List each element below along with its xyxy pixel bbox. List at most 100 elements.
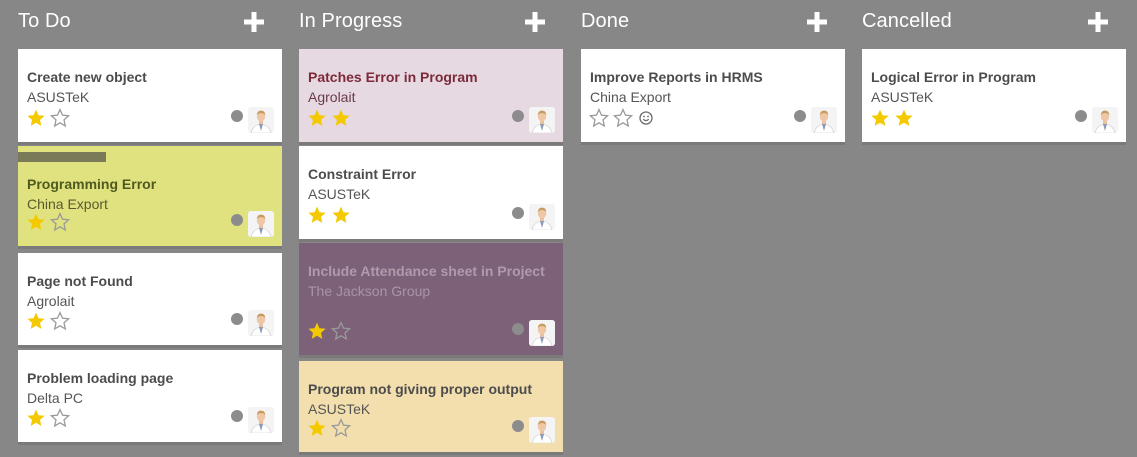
avatar-portrait-icon (1092, 107, 1118, 133)
card-customer: ASUSTeK (308, 401, 371, 417)
star-empty-icon[interactable] (331, 418, 351, 438)
user-avatar[interactable] (811, 107, 837, 133)
plus-icon[interactable] (525, 12, 545, 32)
user-avatar[interactable] (248, 211, 274, 237)
star-empty-icon[interactable] (50, 212, 70, 232)
kanban-card[interactable]: Page not Found Agrolait (18, 253, 282, 348)
priority-stars (307, 321, 351, 341)
status-dot[interactable] (512, 420, 524, 432)
smiley-icon[interactable] (639, 111, 653, 125)
card-customer: ASUSTeK (871, 89, 934, 105)
star-filled-icon[interactable] (307, 205, 327, 225)
card-customer: ASUSTeK (27, 89, 90, 105)
column-header: Cancelled (862, 0, 1126, 44)
user-avatar[interactable] (248, 107, 274, 133)
card-customer: China Export (27, 196, 108, 212)
status-dot[interactable] (512, 110, 524, 122)
user-avatar[interactable] (529, 320, 555, 346)
card-title: Page not Found (27, 273, 133, 289)
avatar-portrait-icon (811, 107, 837, 133)
column-title: To Do (18, 10, 71, 32)
priority-stars (26, 408, 70, 428)
status-dot[interactable] (231, 410, 243, 422)
card-title: Programming Error (27, 176, 157, 192)
kanban-card[interactable]: Programming Error China Export (18, 146, 282, 249)
status-dot[interactable] (231, 110, 243, 122)
card-title: Constraint Error (308, 166, 417, 182)
priority-stars (26, 212, 70, 232)
avatar-portrait-icon (529, 107, 555, 133)
user-avatar[interactable] (529, 204, 555, 230)
status-dot[interactable] (231, 313, 243, 325)
star-empty-icon[interactable] (50, 311, 70, 331)
color-tag-bar (18, 152, 106, 162)
star-filled-icon[interactable] (894, 108, 914, 128)
column-todo: To Do Create new object ASUSTeK Programm… (18, 0, 282, 445)
star-empty-icon[interactable] (50, 408, 70, 428)
star-filled-icon[interactable] (307, 108, 327, 128)
star-filled-icon[interactable] (331, 108, 351, 128)
card-customer: Agrolait (27, 293, 75, 309)
status-dot[interactable] (1075, 110, 1087, 122)
card-title: Improve Reports in HRMS (590, 69, 763, 85)
avatar-portrait-icon (529, 320, 555, 346)
priority-stars (307, 418, 351, 438)
avatar-portrait-icon (248, 310, 274, 336)
column-header: In Progress (299, 0, 563, 44)
kanban-card[interactable]: Include Attendance sheet in Project The … (299, 243, 563, 358)
kanban-card[interactable]: Create new object ASUSTeK (18, 49, 282, 145)
column-in-progress: In Progress Patches Error in Program Agr… (299, 0, 563, 455)
column-title: In Progress (299, 10, 403, 32)
user-avatar[interactable] (248, 407, 274, 433)
card-title: Logical Error in Program (871, 69, 1036, 85)
card-customer: The Jackson Group (308, 283, 431, 299)
avatar-portrait-icon (529, 417, 555, 443)
plus-icon[interactable] (807, 12, 827, 32)
star-filled-icon[interactable] (26, 408, 46, 428)
star-filled-icon[interactable] (26, 311, 46, 331)
avatar-portrait-icon (529, 204, 555, 230)
kanban-card[interactable]: Improve Reports in HRMS China Export (581, 49, 845, 145)
priority-stars (307, 108, 351, 128)
priority-stars (870, 108, 914, 128)
kanban-card[interactable]: Patches Error in Program Agrolait (299, 49, 563, 145)
star-filled-icon[interactable] (331, 205, 351, 225)
kanban-card[interactable]: Problem loading page Delta PC (18, 350, 282, 445)
star-filled-icon[interactable] (26, 108, 46, 128)
column-header: To Do (18, 0, 282, 44)
column-title: Done (581, 10, 630, 32)
status-dot[interactable] (512, 323, 524, 335)
card-customer: ASUSTeK (308, 186, 371, 202)
avatar-portrait-icon (248, 211, 274, 237)
user-avatar[interactable] (248, 310, 274, 336)
star-filled-icon[interactable] (26, 212, 46, 232)
star-filled-icon[interactable] (307, 418, 327, 438)
priority-stars (589, 108, 653, 128)
column-cancelled: Cancelled Logical Error in Program ASUST… (862, 0, 1126, 145)
card-title: Include Attendance sheet in Project (308, 263, 545, 279)
plus-icon[interactable] (244, 12, 264, 32)
card-title: Create new object (27, 69, 147, 85)
kanban-card[interactable]: Logical Error in Program ASUSTeK (862, 49, 1126, 145)
priority-stars (26, 108, 70, 128)
user-avatar[interactable] (529, 107, 555, 133)
kanban-card[interactable]: Constraint Error ASUSTeK (299, 146, 563, 242)
card-customer: China Export (590, 89, 671, 105)
priority-stars (26, 311, 70, 331)
plus-icon[interactable] (1088, 12, 1108, 32)
user-avatar[interactable] (529, 417, 555, 443)
star-empty-icon[interactable] (331, 321, 351, 341)
status-dot[interactable] (794, 110, 806, 122)
star-filled-icon[interactable] (307, 321, 327, 341)
column-done: Done Improve Reports in HRMS China Expor… (581, 0, 845, 145)
star-empty-icon[interactable] (50, 108, 70, 128)
status-dot[interactable] (231, 214, 243, 226)
star-empty-icon[interactable] (589, 108, 609, 128)
card-customer: Agrolait (308, 89, 356, 105)
card-title: Patches Error in Program (308, 69, 478, 85)
kanban-card[interactable]: Program not giving proper output ASUSTeK (299, 361, 563, 455)
star-empty-icon[interactable] (613, 108, 633, 128)
user-avatar[interactable] (1092, 107, 1118, 133)
star-filled-icon[interactable] (870, 108, 890, 128)
status-dot[interactable] (512, 207, 524, 219)
